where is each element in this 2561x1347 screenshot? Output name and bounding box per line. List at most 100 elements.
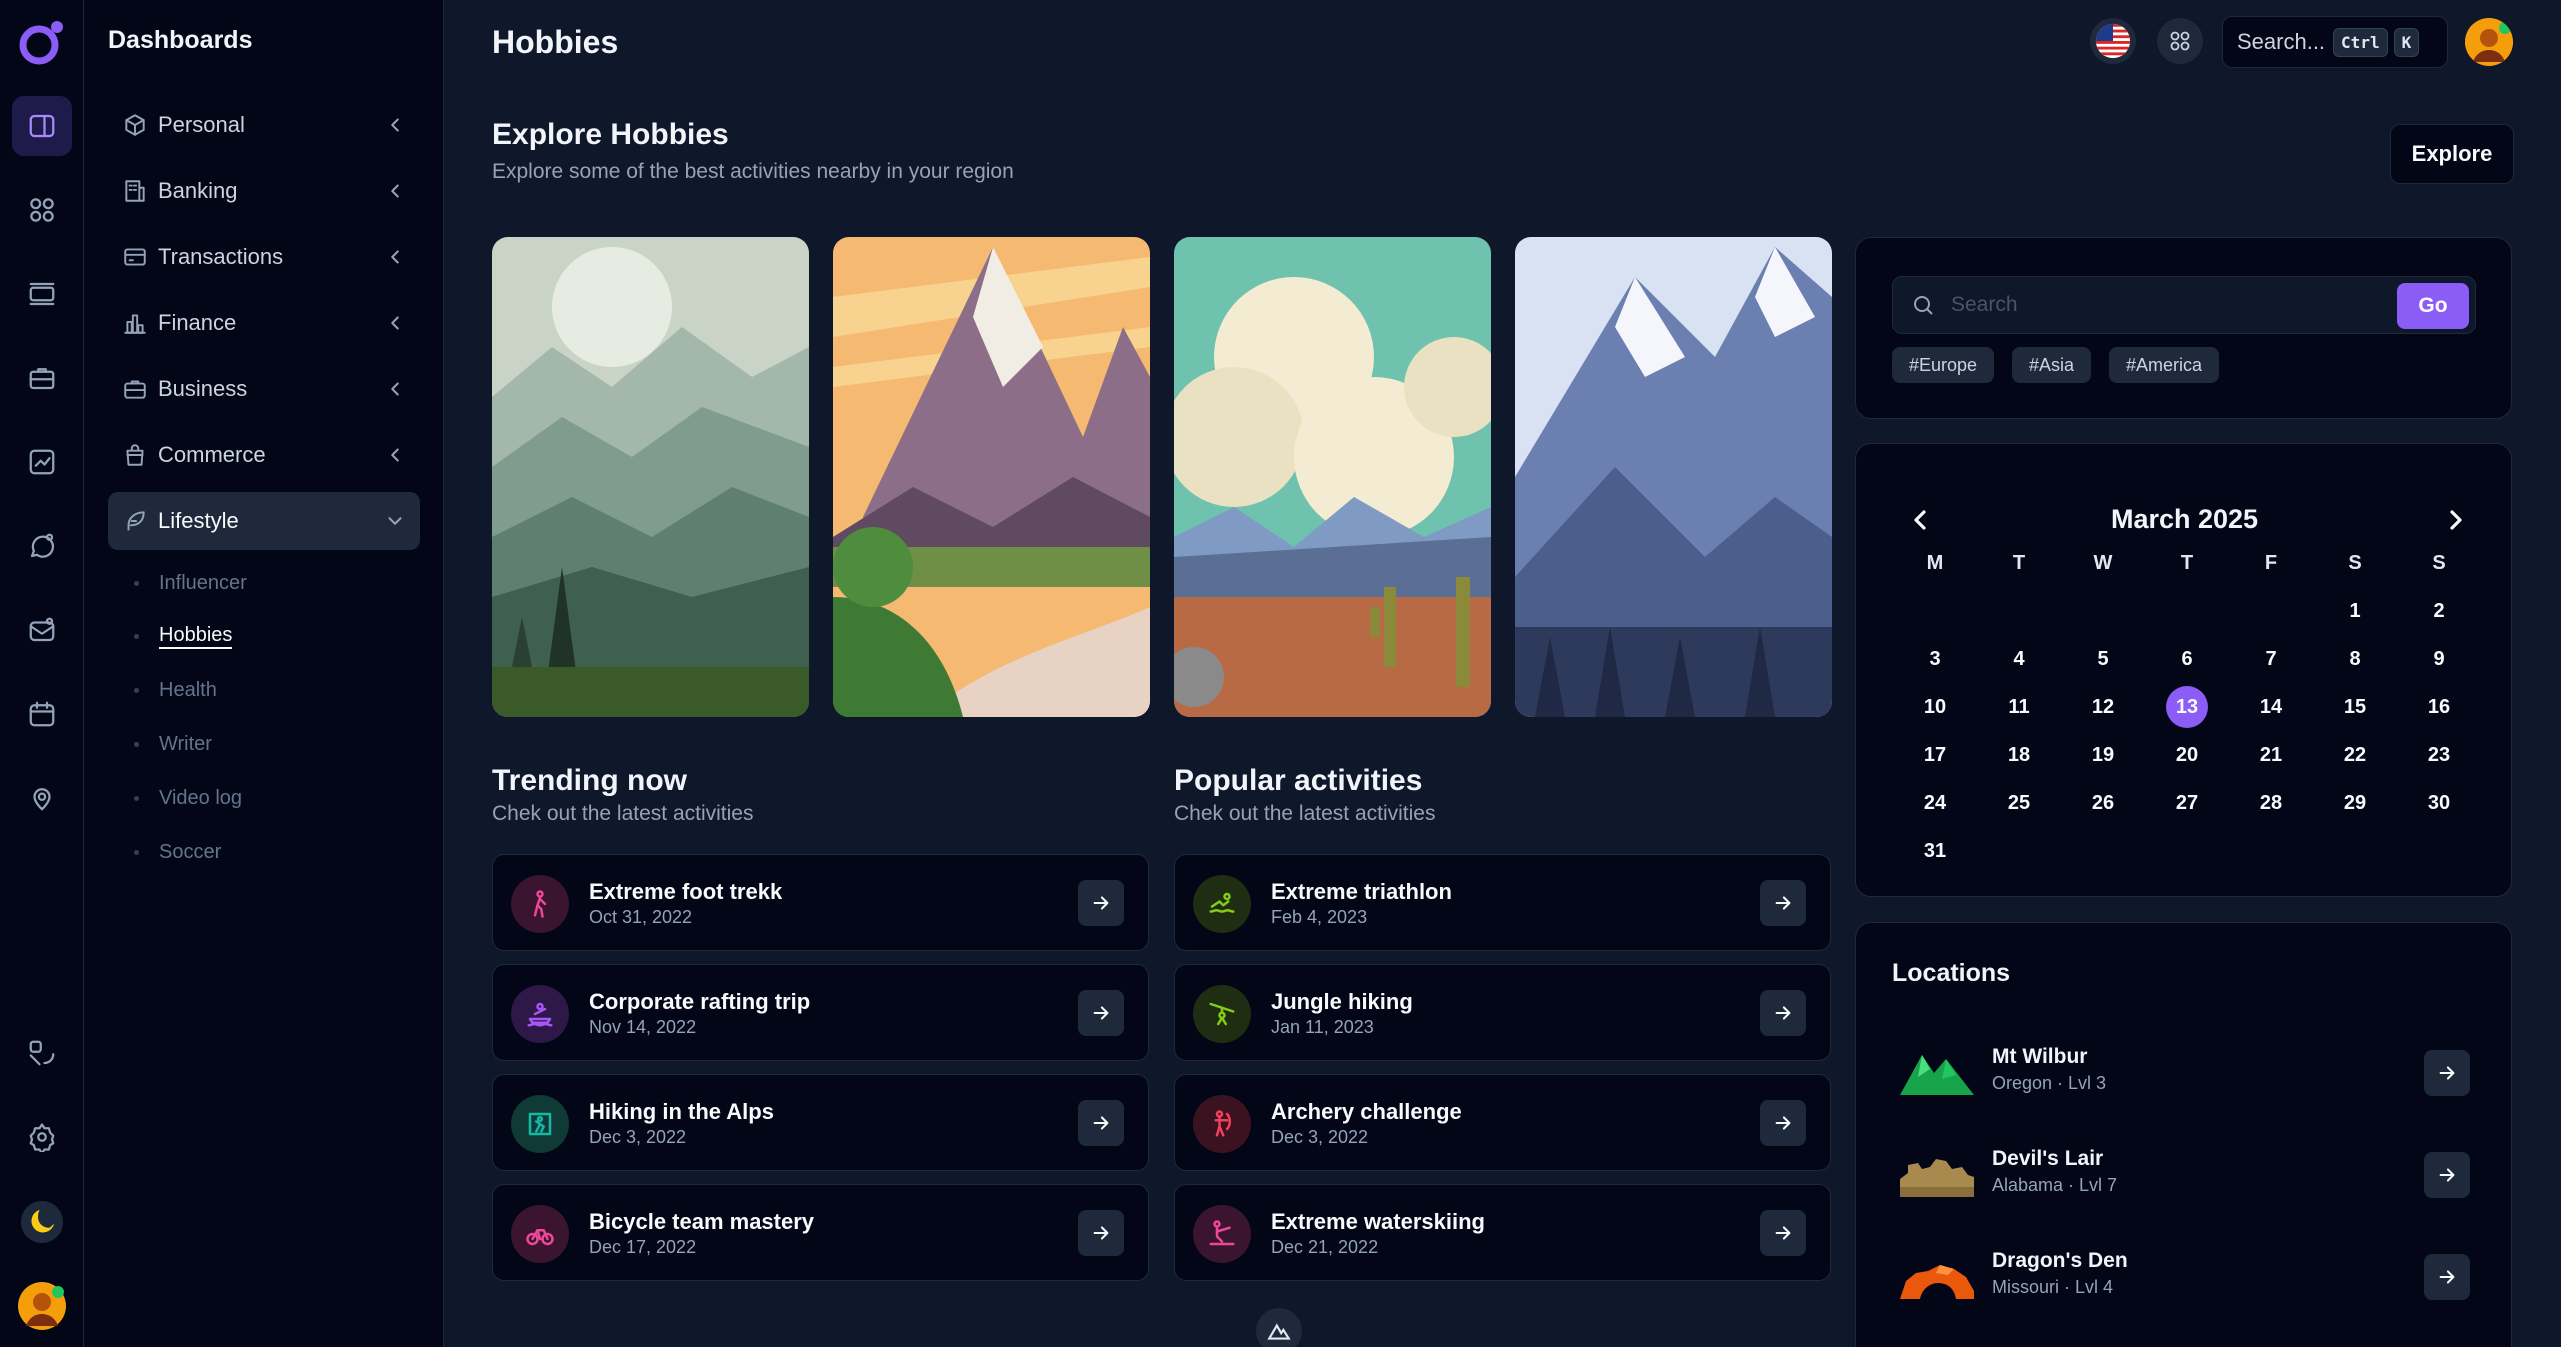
calendar-day[interactable]: 24 — [1893, 779, 1977, 827]
open-arrow-button[interactable] — [1078, 1100, 1124, 1146]
calendar-day[interactable]: 22 — [2313, 731, 2397, 779]
open-arrow-button[interactable] — [1078, 880, 1124, 926]
rail-map-pin-icon[interactable] — [12, 768, 72, 828]
app-logo-icon[interactable] — [17, 17, 67, 67]
open-arrow-button[interactable] — [1760, 1210, 1806, 1256]
calendar-day[interactable]: 21 — [2229, 731, 2313, 779]
theme-toggle-moon-icon[interactable] — [12, 1192, 72, 1252]
calendar-day[interactable]: 9 — [2397, 635, 2481, 683]
calendar-day[interactable]: 1 — [2313, 587, 2397, 635]
calendar-day[interactable]: 11 — [1977, 683, 2061, 731]
icon-rail — [0, 0, 84, 1347]
calendar-day[interactable]: 26 — [2061, 779, 2145, 827]
nuxt-logo-icon[interactable] — [1256, 1308, 1302, 1347]
calendar-day[interactable]: 29 — [2313, 779, 2397, 827]
hobby-image-misty-mountains[interactable] — [492, 237, 809, 717]
popular-item[interactable]: Extreme triathlon Feb 4, 2023 — [1174, 854, 1831, 951]
hobby-image-desert-clouds[interactable] — [1174, 237, 1491, 717]
popular-item[interactable]: Jungle hiking Jan 11, 2023 — [1174, 964, 1831, 1061]
calendar-day[interactable]: 20 — [2145, 731, 2229, 779]
trending-item[interactable]: Hiking in the Alps Dec 3, 2022 — [492, 1074, 1149, 1171]
open-arrow-button[interactable] — [1760, 990, 1806, 1036]
sidebar-subitem-health[interactable]: Health — [134, 675, 217, 705]
calendar-day[interactable]: 2 — [2397, 587, 2481, 635]
calendar-day[interactable]: 5 — [2061, 635, 2145, 683]
location-item[interactable]: Dragon's Den Missouri · Lvl 4 — [1892, 1237, 2482, 1317]
header-avatar[interactable] — [2465, 18, 2513, 66]
rail-settings-icon[interactable] — [12, 1107, 72, 1167]
open-arrow-button[interactable] — [2424, 1254, 2470, 1300]
calendar-day[interactable]: 27 — [2145, 779, 2229, 827]
calendar-day-selected[interactable]: 13 — [2145, 683, 2229, 731]
go-button[interactable]: Go — [2397, 283, 2469, 329]
trending-item[interactable]: Extreme foot trekk Oct 31, 2022 — [492, 854, 1149, 951]
rail-briefcase-icon[interactable] — [12, 348, 72, 408]
tag-america[interactable]: #America — [2109, 347, 2220, 383]
rail-chart-icon[interactable] — [12, 432, 72, 492]
popular-item[interactable]: Extreme waterskiing Dec 21, 2022 — [1174, 1184, 1831, 1281]
region-search-input[interactable] — [1951, 293, 2371, 317]
trending-item[interactable]: Bicycle team mastery Dec 17, 2022 — [492, 1184, 1149, 1281]
explore-button[interactable]: Explore — [2390, 124, 2514, 184]
calendar-day[interactable]: 8 — [2313, 635, 2397, 683]
trending-item[interactable]: Corporate rafting trip Nov 14, 2022 — [492, 964, 1149, 1061]
calendar-day[interactable]: 25 — [1977, 779, 2061, 827]
calendar-day[interactable]: 15 — [2313, 683, 2397, 731]
sidebar-subitem-video-log[interactable]: Video log — [134, 783, 242, 813]
calendar-day[interactable]: 7 — [2229, 635, 2313, 683]
open-arrow-button[interactable] — [1760, 1100, 1806, 1146]
rail-grid-icon[interactable] — [12, 180, 72, 240]
calendar-day[interactable]: 31 — [1893, 827, 1977, 875]
open-arrow-button[interactable] — [1078, 1210, 1124, 1256]
calendar-day[interactable]: 6 — [2145, 635, 2229, 683]
calendar-day[interactable]: 4 — [1977, 635, 2061, 683]
calendar-next-button[interactable] — [2440, 504, 2472, 536]
open-arrow-button[interactable] — [2424, 1152, 2470, 1198]
calendar-day[interactable]: 16 — [2397, 683, 2481, 731]
calendar-day[interactable]: 3 — [1893, 635, 1977, 683]
sidebar-item-lifestyle[interactable]: Lifestyle — [108, 492, 420, 550]
rail-components-icon[interactable] — [12, 1023, 72, 1083]
open-arrow-button[interactable] — [1078, 990, 1124, 1036]
calendar-day-number: 10 — [1923, 695, 1947, 718]
sidebar-item-personal[interactable]: Personal — [108, 96, 420, 154]
sidebar-item-transactions[interactable]: Transactions — [108, 228, 420, 286]
tag-europe[interactable]: #Europe — [1892, 347, 1995, 383]
calendar-day[interactable]: 19 — [2061, 731, 2145, 779]
language-flag-button[interactable] — [2090, 18, 2136, 64]
rail-dashboards-icon[interactable] — [12, 96, 72, 156]
tag-asia[interactable]: #Asia — [2012, 347, 2092, 383]
calendar-day[interactable]: 30 — [2397, 779, 2481, 827]
sidebar-subitem-writer[interactable]: Writer — [134, 729, 212, 759]
calendar-day[interactable]: 28 — [2229, 779, 2313, 827]
rail-chat-icon[interactable] — [12, 516, 72, 576]
rail-layout-icon[interactable] — [12, 264, 72, 324]
calendar-day[interactable]: 10 — [1893, 683, 1977, 731]
rail-mail-icon[interactable] — [12, 600, 72, 660]
sidebar-item-banking[interactable]: Banking — [108, 162, 420, 220]
sidebar-item-commerce[interactable]: Commerce — [108, 426, 420, 484]
calendar-day[interactable]: 23 — [2397, 731, 2481, 779]
apps-grid-button[interactable] — [2157, 18, 2203, 64]
sidebar-subitem-label: Health — [159, 678, 217, 701]
header-search-button[interactable]: Search... Ctrl K — [2222, 16, 2448, 68]
location-item[interactable]: Mt Wilbur Oregon · Lvl 3 — [1892, 1033, 2482, 1113]
sidebar-subitem-soccer[interactable]: Soccer — [134, 837, 221, 867]
open-arrow-button[interactable] — [1760, 880, 1806, 926]
popular-item[interactable]: Archery challenge Dec 3, 2022 — [1174, 1074, 1831, 1171]
sidebar-item-finance[interactable]: Finance — [108, 294, 420, 352]
swimmer-icon — [1193, 875, 1251, 933]
sidebar-subitem-influencer[interactable]: Influencer — [134, 568, 247, 598]
location-item[interactable]: Devil's Lair Alabama · Lvl 7 — [1892, 1135, 2482, 1215]
hobby-image-river-valley[interactable] — [833, 237, 1150, 717]
calendar-day[interactable]: 17 — [1893, 731, 1977, 779]
user-avatar[interactable] — [12, 1276, 72, 1336]
sidebar-item-business[interactable]: Business — [108, 360, 420, 418]
calendar-day[interactable]: 14 — [2229, 683, 2313, 731]
rail-calendar-icon[interactable] — [12, 684, 72, 744]
open-arrow-button[interactable] — [2424, 1050, 2470, 1096]
calendar-day[interactable]: 12 — [2061, 683, 2145, 731]
calendar-day[interactable]: 18 — [1977, 731, 2061, 779]
sidebar-subitem-hobbies[interactable]: Hobbies — [134, 621, 233, 651]
hobby-image-snowy-peaks[interactable] — [1515, 237, 1832, 717]
